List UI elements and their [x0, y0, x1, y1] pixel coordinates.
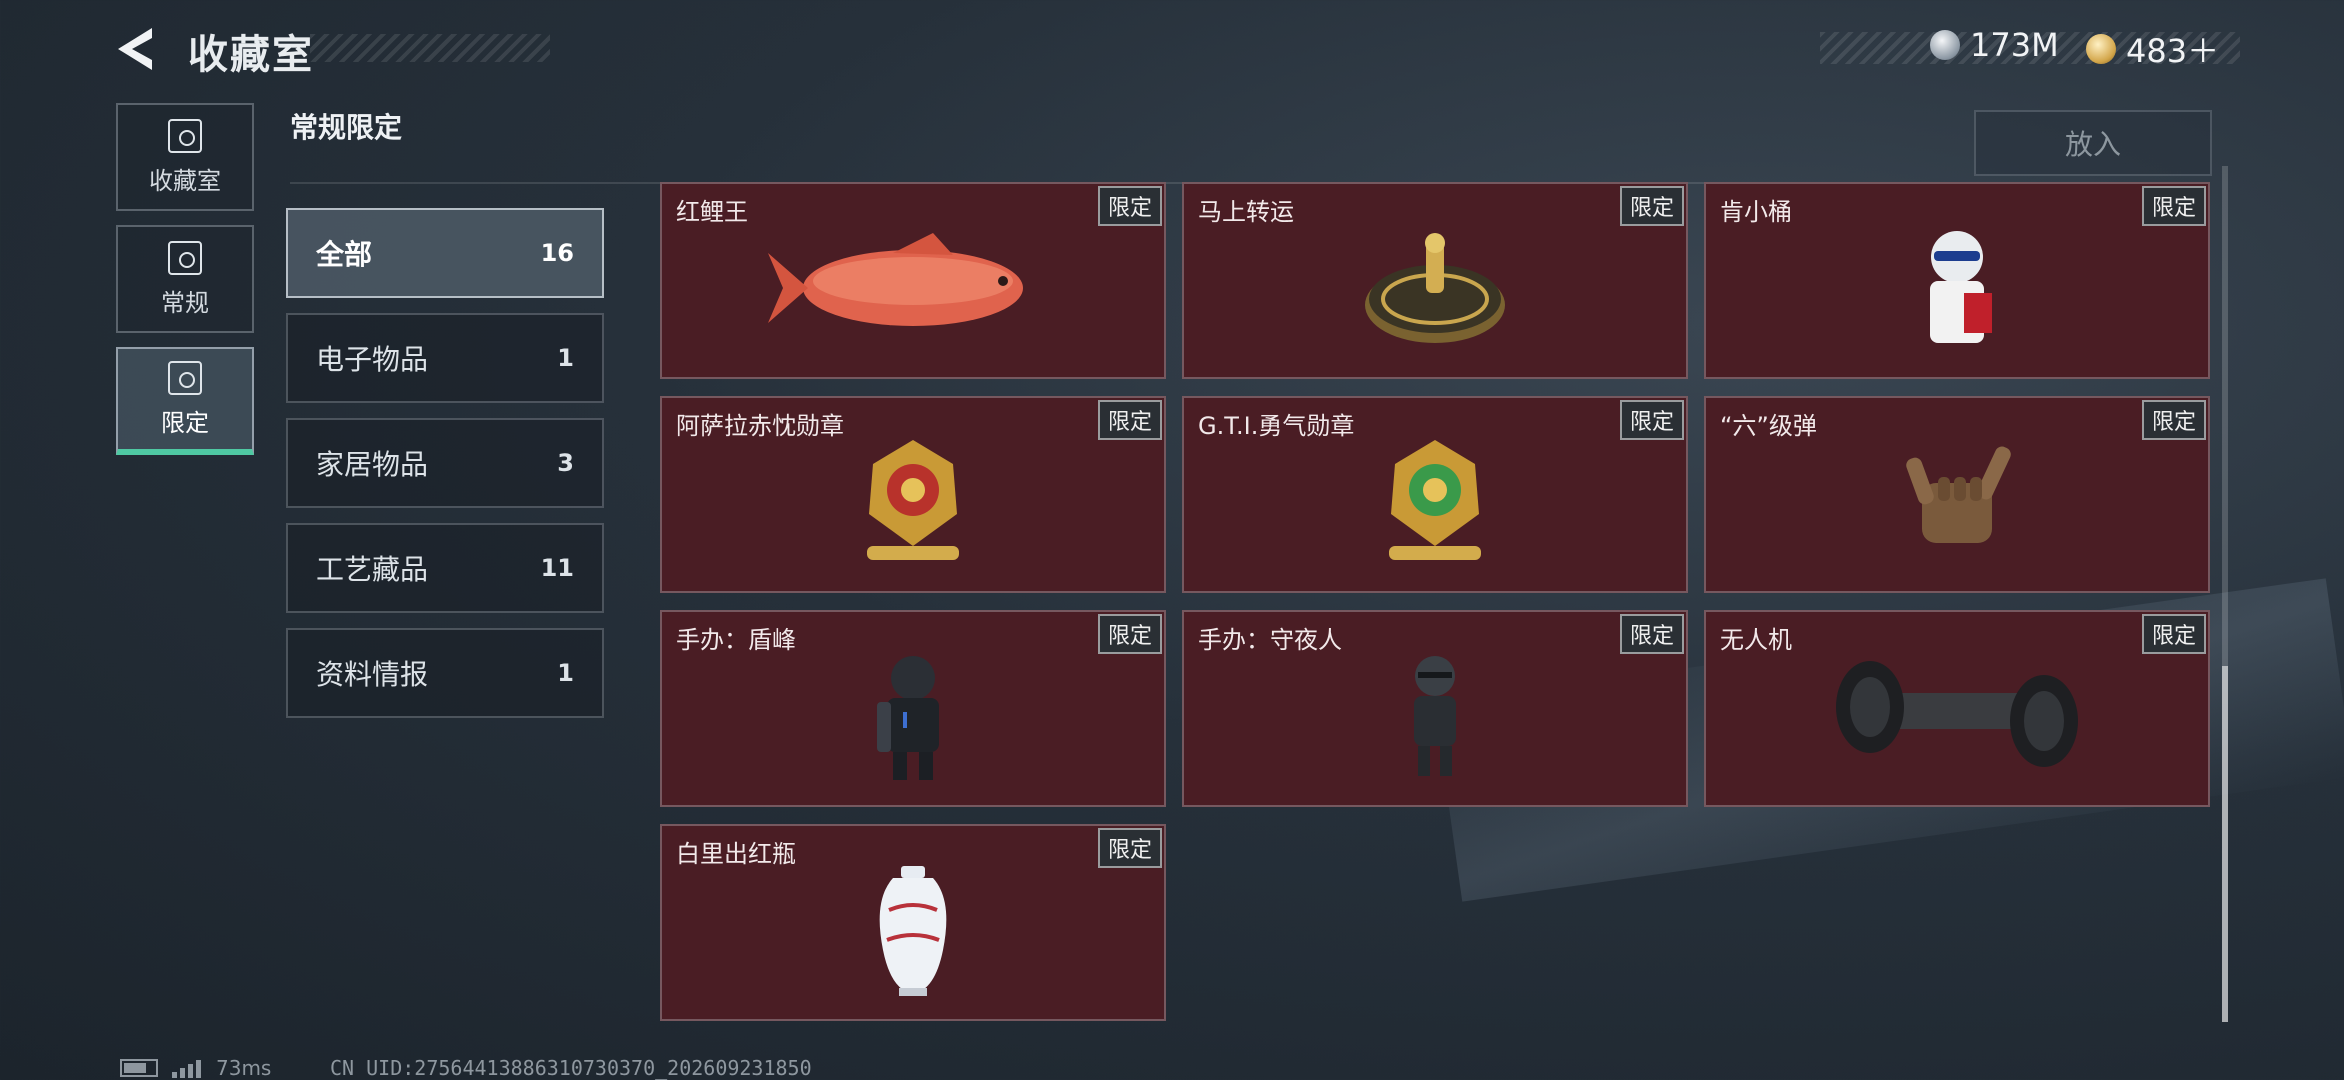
category-intel[interactable]: 资料情报 1 [286, 628, 604, 718]
item-name: 阿萨拉赤忱勋章 [676, 412, 844, 440]
item-name: G.T.I.勇气勋章 [1198, 412, 1355, 440]
page-title: 收藏室 [188, 32, 314, 78]
left-nav: 收藏室 常规 限定 [116, 103, 254, 469]
nav-item-limited[interactable]: 限定 [116, 347, 254, 455]
document-icon [168, 240, 202, 275]
gold-coin-icon [2086, 34, 2116, 64]
limited-badge: 限定 [2141, 614, 2206, 654]
item-card-kfc-figure[interactable]: 肯小桶 限定 [1704, 182, 2210, 379]
category-label: 全部 [316, 238, 373, 271]
top-bar: 收藏室 173M 483＋ [0, 0, 2344, 100]
limited-badge: 限定 [1619, 186, 1684, 226]
ping-value: 73ms [216, 1056, 272, 1080]
nav-item-regular[interactable]: 常规 [116, 225, 254, 333]
item-name: 肯小桶 [1720, 198, 1792, 226]
limited-badge: 限定 [1619, 400, 1684, 440]
signal-icon [172, 1058, 202, 1078]
limited-badge: 限定 [1097, 828, 1162, 868]
item-card-gold-compass[interactable]: 马上转运 限定 [1182, 182, 1688, 379]
item-card-green-medal[interactable]: G.T.I.勇气勋章 限定 [1182, 396, 1688, 593]
limited-badge: 限定 [1097, 614, 1162, 654]
scrollbar[interactable] [2222, 166, 2228, 1022]
category-crafts[interactable]: 工艺藏品 11 [286, 523, 604, 613]
item-card-drone[interactable]: 无人机 限定 [1704, 610, 2210, 807]
category-count: 1 [557, 344, 574, 372]
item-card-armored-figure[interactable]: 手办：盾峰 限定 [660, 610, 1166, 807]
silver-coin-icon [1930, 30, 1960, 60]
item-card-porcelain-vase[interactable]: 白里出红瓶 限定 [660, 824, 1166, 1021]
currency-silver-value: 173M [1970, 26, 2059, 64]
category-electronics[interactable]: 电子物品 1 [286, 313, 604, 403]
limited-badge: 限定 [1097, 186, 1162, 226]
item-card-bronze-hand[interactable]: “六”级弹 限定 [1704, 396, 2210, 593]
item-card-red-carp[interactable]: 红鲤王 限定 [660, 182, 1166, 379]
item-name: 红鲤王 [676, 198, 748, 226]
category-household[interactable]: 家居物品 3 [286, 418, 604, 508]
item-name: 白里出红瓶 [676, 840, 796, 868]
item-name: “六”级弹 [1720, 412, 1817, 440]
item-name: 无人机 [1720, 626, 1792, 654]
category-count: 11 [540, 554, 574, 582]
nav-item-label: 收藏室 [149, 166, 221, 195]
limited-badge: 限定 [2141, 186, 2206, 226]
nav-item-label: 常规 [161, 288, 209, 317]
item-card-ninja-figure[interactable]: 手办：守夜人 限定 [1182, 610, 1688, 807]
category-count: 3 [557, 449, 574, 477]
put-in-button[interactable]: 放入 [1974, 110, 2212, 176]
currency-gold: 483＋ [2086, 26, 2219, 72]
scrollbar-thumb[interactable] [2222, 666, 2228, 1022]
category-label: 资料情报 [316, 658, 429, 691]
limited-badge: 限定 [1097, 400, 1162, 440]
category-label: 家居物品 [316, 448, 429, 481]
category-label: 电子物品 [316, 343, 429, 376]
status-bar: 73ms [120, 1056, 271, 1080]
limited-gallery-icon [168, 360, 202, 395]
item-name: 手办：守夜人 [1198, 626, 1342, 654]
currency-silver: 173M [1930, 26, 2059, 64]
back-arrow-icon [118, 28, 152, 70]
category-count: 1 [557, 659, 574, 687]
category-count: 16 [540, 239, 574, 267]
trophy-case-icon [168, 118, 202, 153]
limited-badge: 限定 [1619, 614, 1684, 654]
nav-item-collection-room[interactable]: 收藏室 [116, 103, 254, 211]
category-all[interactable]: 全部 16 [286, 208, 604, 298]
title-decoration [310, 34, 550, 62]
battery-icon [120, 1059, 158, 1077]
item-card-red-medal[interactable]: 阿萨拉赤忱勋章 限定 [660, 396, 1166, 593]
back-button[interactable] [112, 24, 168, 74]
category-list: 全部 16 电子物品 1 家居物品 3 工艺藏品 11 资料情报 1 [286, 208, 604, 733]
category-label: 工艺藏品 [316, 553, 429, 586]
user-uid: CN UID:27564413886310730370_202609231850 [330, 1056, 812, 1080]
currency-gold-value: 483＋ [2126, 32, 2220, 70]
limited-badge: 限定 [2141, 400, 2206, 440]
section-title: 常规限定 [290, 111, 403, 144]
item-name: 手办：盾峰 [676, 626, 796, 654]
nav-item-label: 限定 [161, 408, 209, 437]
item-name: 马上转运 [1198, 198, 1294, 226]
